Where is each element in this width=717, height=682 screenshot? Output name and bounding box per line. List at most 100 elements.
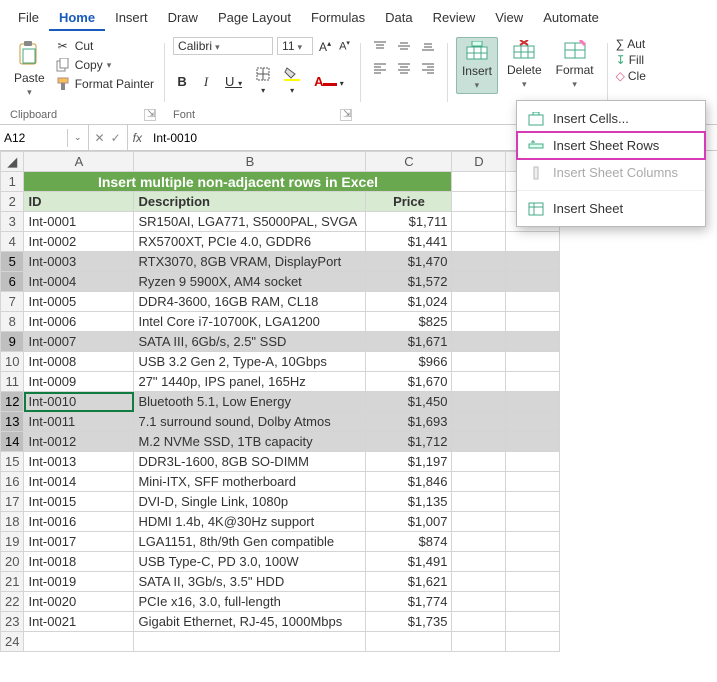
fx-icon[interactable]: fx — [128, 131, 147, 145]
cell-id[interactable]: Int-0014 — [24, 472, 134, 492]
cell-desc[interactable]: USB Type-C, PD 3.0, 100W — [134, 552, 366, 572]
row-header[interactable]: 7 — [1, 292, 24, 312]
cell[interactable] — [506, 532, 560, 552]
enter-formula-button[interactable]: ✓ — [111, 131, 121, 145]
row-header[interactable]: 3 — [1, 212, 24, 232]
row-header[interactable]: 15 — [1, 452, 24, 472]
cell-id[interactable]: Int-0004 — [24, 272, 134, 292]
cell[interactable] — [452, 312, 506, 332]
row-header[interactable]: 2 — [1, 192, 24, 212]
font-size-select[interactable]: 11 — [277, 37, 313, 55]
cell-desc[interactable]: HDMI 1.4b, 4K@30Hz support — [134, 512, 366, 532]
cell[interactable] — [452, 272, 506, 292]
align-middle-button[interactable] — [393, 37, 415, 55]
cell-price[interactable]: $1,197 — [366, 452, 452, 472]
cell-price[interactable]: $1,712 — [366, 432, 452, 452]
decrease-font-button[interactable]: A▾ — [337, 39, 352, 53]
header-id[interactable]: ID — [24, 192, 134, 212]
cell-desc[interactable]: DVI-D, Single Link, 1080p — [134, 492, 366, 512]
cell[interactable] — [506, 272, 560, 292]
cell[interactable] — [452, 592, 506, 612]
cell[interactable] — [506, 312, 560, 332]
paste-button[interactable]: Paste ▾ — [10, 37, 49, 100]
row-header[interactable]: 10 — [1, 352, 24, 372]
cell-id[interactable] — [24, 632, 134, 652]
cell-desc[interactable]: Bluetooth 5.1, Low Energy — [134, 392, 366, 412]
row-header[interactable]: 24 — [1, 632, 24, 652]
name-box[interactable] — [0, 129, 68, 147]
menu-review[interactable]: Review — [423, 6, 486, 31]
cell[interactable] — [506, 392, 560, 412]
cell[interactable] — [452, 212, 506, 232]
cell-price[interactable] — [366, 632, 452, 652]
cell-desc[interactable]: RTX3070, 8GB VRAM, DisplayPort — [134, 252, 366, 272]
cell-price[interactable]: $1,470 — [366, 252, 452, 272]
copy-button[interactable]: Copy ▾ — [53, 56, 156, 74]
cell[interactable] — [452, 232, 506, 252]
cell[interactable] — [452, 492, 506, 512]
menu-formulas[interactable]: Formulas — [301, 6, 375, 31]
cut-button[interactable]: ✂ Cut — [53, 37, 156, 55]
cell[interactable] — [452, 432, 506, 452]
row-header[interactable]: 17 — [1, 492, 24, 512]
cell-id[interactable]: Int-0010 — [24, 392, 134, 412]
row-header[interactable]: 13 — [1, 412, 24, 432]
cell[interactable] — [452, 532, 506, 552]
row-header[interactable]: 23 — [1, 612, 24, 632]
cell[interactable] — [506, 552, 560, 572]
cell-price[interactable]: $825 — [366, 312, 452, 332]
cell[interactable] — [506, 492, 560, 512]
cell-id[interactable]: Int-0015 — [24, 492, 134, 512]
italic-button[interactable]: I — [197, 72, 215, 92]
fill-color-button[interactable]: ▾ — [280, 65, 304, 98]
clear-button[interactable]: ◇Cle — [616, 69, 646, 83]
cell-price[interactable]: $1,450 — [366, 392, 452, 412]
cell[interactable] — [452, 512, 506, 532]
font-name-select[interactable]: Calibri — [173, 37, 273, 55]
menu-home[interactable]: Home — [49, 6, 105, 31]
cell-desc[interactable]: 7.1 surround sound, Dolby Atmos — [134, 412, 366, 432]
cell-desc[interactable]: USB 3.2 Gen 2, Type-A, 10Gbps — [134, 352, 366, 372]
col-header-A[interactable]: A — [24, 152, 134, 172]
menu-automate[interactable]: Automate — [533, 6, 609, 31]
align-left-button[interactable] — [369, 59, 391, 77]
format-cells-button[interactable]: Format ▾ — [551, 37, 599, 92]
underline-button[interactable]: U ▾ — [221, 72, 246, 91]
cell-desc[interactable]: DDR3L-1600, 8GB SO-DIMM — [134, 452, 366, 472]
cell-id[interactable]: Int-0021 — [24, 612, 134, 632]
align-center-button[interactable] — [393, 59, 415, 77]
row-header[interactable]: 14 — [1, 432, 24, 452]
cell[interactable] — [452, 472, 506, 492]
menu-page-layout[interactable]: Page Layout — [208, 6, 301, 31]
cell-id[interactable]: Int-0007 — [24, 332, 134, 352]
menu-insert[interactable]: Insert — [105, 6, 158, 31]
cell-price[interactable]: $1,024 — [366, 292, 452, 312]
cell[interactable] — [506, 432, 560, 452]
cell[interactable] — [506, 252, 560, 272]
cell-desc[interactable]: 27" 1440p, IPS panel, 165Hz — [134, 372, 366, 392]
cell[interactable] — [452, 332, 506, 352]
cell-desc[interactable]: DDR4-3600, 16GB RAM, CL18 — [134, 292, 366, 312]
cell[interactable] — [452, 632, 506, 652]
cell[interactable] — [506, 332, 560, 352]
cancel-formula-button[interactable]: ✕ — [95, 131, 105, 145]
menu-draw[interactable]: Draw — [158, 6, 208, 31]
cell-id[interactable]: Int-0002 — [24, 232, 134, 252]
cell-id[interactable]: Int-0017 — [24, 532, 134, 552]
cell-id[interactable]: Int-0003 — [24, 252, 134, 272]
sheet-title[interactable]: Insert multiple non-adjacent rows in Exc… — [24, 172, 452, 192]
autosum-button[interactable]: ∑Aut — [616, 37, 646, 51]
cell-desc[interactable]: SR150AI, LGA771, S5000PAL, SVGA — [134, 212, 366, 232]
name-box-dropdown[interactable]: ⌄ — [68, 125, 89, 150]
menu-data[interactable]: Data — [375, 6, 422, 31]
cell-desc[interactable]: SATA II, 3Gb/s, 3.5" HDD — [134, 572, 366, 592]
cell-price[interactable]: $966 — [366, 352, 452, 372]
increase-font-button[interactable]: A▴ — [317, 39, 333, 54]
cell[interactable] — [452, 452, 506, 472]
row-header[interactable]: 18 — [1, 512, 24, 532]
row-header[interactable]: 21 — [1, 572, 24, 592]
row-header[interactable]: 12 — [1, 392, 24, 412]
cell-price[interactable]: $1,711 — [366, 212, 452, 232]
cell[interactable] — [452, 392, 506, 412]
row-header[interactable]: 19 — [1, 532, 24, 552]
